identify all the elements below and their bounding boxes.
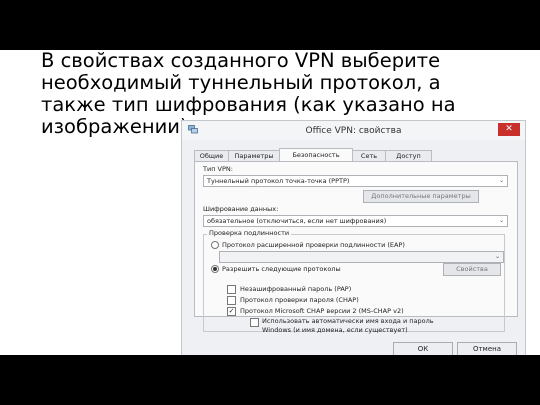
vpn-type-label: Тип VPN:	[203, 165, 233, 173]
allow-protocols-radio[interactable]	[211, 265, 219, 273]
properties-button[interactable]: Свойства	[443, 263, 501, 276]
allow-protocols-label: Разрешить следующие протоколы	[222, 265, 341, 273]
eap-radio-label: Протокол расширенной проверки подлинност…	[222, 241, 405, 249]
chap-checkbox[interactable]	[227, 296, 236, 305]
auto-logon-label-line1: Использовать автоматически имя входа и п…	[262, 317, 434, 325]
auto-logon-label-line2: Windows (и имя домена, если существует)	[262, 326, 408, 334]
tab-security[interactable]: Безопасность	[279, 148, 353, 162]
pap-checkbox[interactable]	[227, 285, 236, 294]
vpn-type-select[interactable]: Туннельный протокол точка-точка (PPTP) ⌄	[203, 175, 508, 187]
caption-line: В свойствах созданного VPN выберите	[41, 50, 441, 72]
pap-label: Незашифрованный пароль (PAP)	[240, 285, 352, 293]
authentication-group-label: Проверка подлинности	[207, 229, 292, 237]
vpn-properties-dialog: Office VPN: свойства ✕ Общие Параметры Б…	[181, 120, 526, 355]
eap-method-select[interactable]: ⌄	[219, 251, 504, 263]
ok-button[interactable]: ОК	[393, 342, 453, 355]
caption-line: также тип шифрования (как указано на	[41, 93, 456, 116]
vpn-type-value: Туннельный протокол точка-точка (PPTP)	[207, 177, 350, 185]
mschapv2-checkbox[interactable]: ✓	[227, 307, 236, 316]
cancel-button[interactable]: Отмена	[457, 342, 517, 355]
chevron-down-icon: ⌄	[498, 177, 504, 184]
chap-label: Протокол проверки пароля (CHAP)	[240, 296, 359, 304]
close-button[interactable]: ✕	[498, 123, 520, 136]
dialog-title: Office VPN: свойства	[305, 126, 402, 136]
security-panel: Тип VPN: Туннельный протокол точка-точка…	[194, 161, 518, 332]
encryption-value: обязательное (отключиться, если нет шифр…	[207, 217, 387, 225]
advanced-settings-button[interactable]: Дополнительные параметры	[363, 190, 479, 203]
encryption-label: Шифрование данных:	[203, 205, 279, 213]
mschapv2-label: Протокол Microsoft CHAP версии 2 (MS-CHA…	[240, 307, 404, 315]
slide: В свойствах созданного VPN выберите необ…	[0, 50, 540, 355]
caption-line: необходимый туннельный протокол, а	[41, 71, 441, 94]
chevron-down-icon: ⌄	[494, 253, 500, 260]
title-bar[interactable]: Office VPN: свойства ✕	[182, 121, 525, 140]
chevron-down-icon: ⌄	[498, 217, 504, 224]
auto-logon-checkbox[interactable]	[250, 318, 259, 327]
encryption-select[interactable]: обязательное (отключиться, если нет шифр…	[203, 215, 508, 227]
eap-radio[interactable]	[211, 241, 219, 249]
